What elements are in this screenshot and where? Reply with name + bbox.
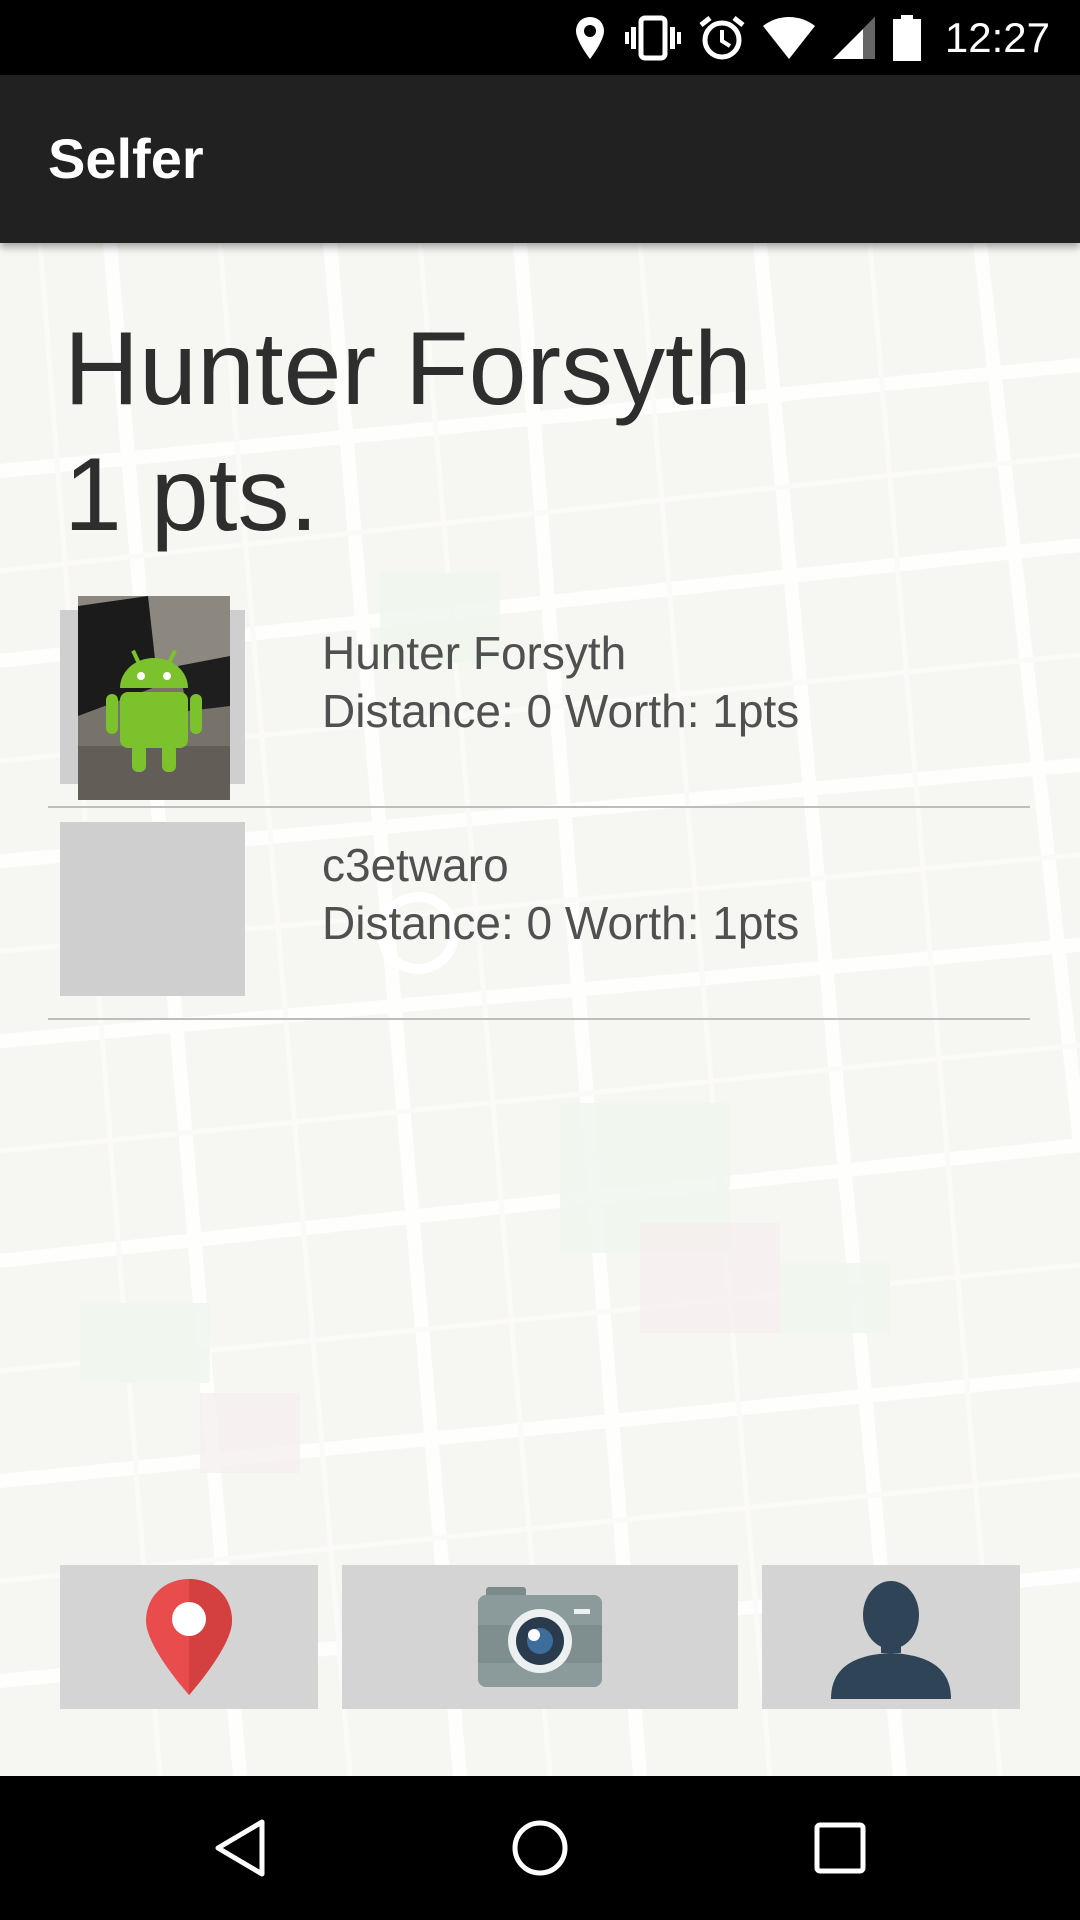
cell-signal-icon [832, 16, 875, 59]
recents-icon [814, 1822, 866, 1874]
wifi-icon [762, 16, 815, 59]
location-icon [575, 16, 604, 59]
battery-icon [892, 14, 921, 61]
row-username: Hunter Forsyth [322, 627, 627, 679]
android-photo [78, 596, 230, 800]
list-item[interactable]: c3etwaro Distance: 0 Worth: 1pts [48, 808, 1030, 1020]
camera-button[interactable] [342, 1565, 738, 1709]
row-meta: Distance: 0 Worth: 1pts [322, 897, 800, 949]
user-points: 1 pts. [64, 437, 319, 553]
profile-button[interactable] [762, 1565, 1020, 1709]
home-icon [512, 1820, 568, 1876]
recents-button[interactable] [760, 1776, 920, 1920]
status-bar: 12:27 [0, 0, 1080, 75]
row-meta: Distance: 0 Worth: 1pts [322, 685, 800, 737]
navigation-bar [0, 1776, 1080, 1920]
back-button[interactable] [160, 1776, 320, 1920]
thumbnail-placeholder [60, 822, 245, 996]
status-icons: 12:27 [573, 0, 1050, 75]
alarm-icon [699, 15, 745, 59]
map-button[interactable] [60, 1565, 318, 1709]
list-item[interactable]: Hunter Forsyth Distance: 0 Worth: 1pts [48, 596, 1030, 808]
back-icon [215, 1819, 265, 1877]
app-title: Selfer [48, 127, 204, 190]
camera-icon [478, 1587, 602, 1687]
leaderboard-list: Hunter Forsyth Distance: 0 Worth: 1pts c… [48, 596, 1030, 1020]
profile-icon [831, 1581, 951, 1699]
vibrate-icon [624, 15, 681, 60]
user-header: Hunter Forsyth 1 pts. [64, 306, 752, 558]
status-time: 12:27 [944, 13, 1050, 61]
row-username: c3etwaro [322, 839, 509, 891]
map-pin-icon [146, 1579, 232, 1695]
action-bar [0, 1565, 1080, 1709]
app-bar: Selfer [0, 75, 1080, 243]
home-button[interactable] [460, 1776, 620, 1920]
user-name: Hunter Forsyth [64, 311, 752, 427]
